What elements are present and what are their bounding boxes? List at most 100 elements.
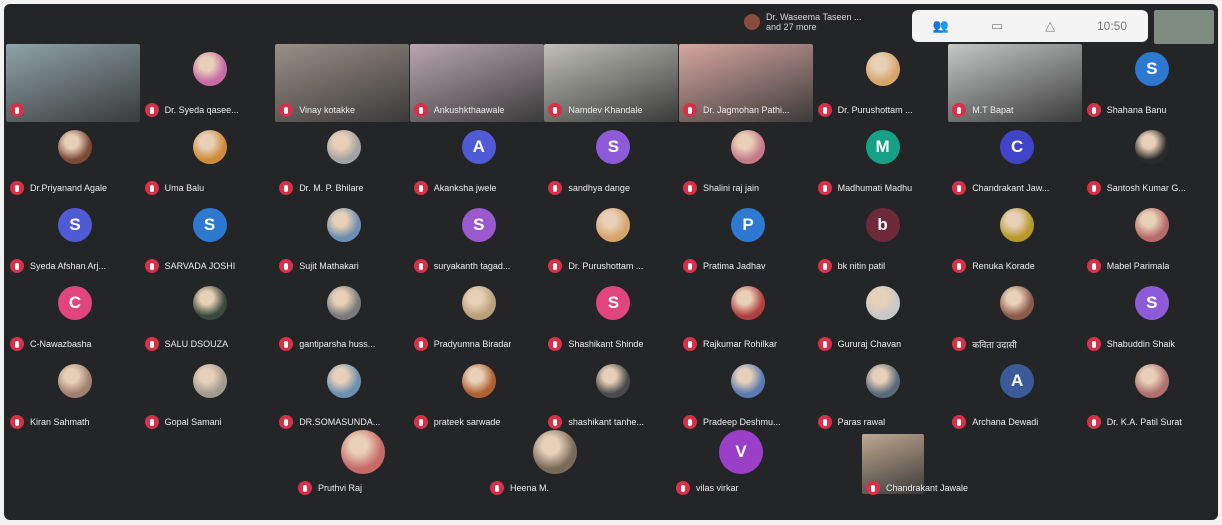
mic-muted-icon bbox=[952, 103, 967, 117]
participant-tile[interactable]: Dr. Syeda qasee... bbox=[141, 44, 279, 126]
participant-name: Shashikant Shinde bbox=[568, 339, 644, 349]
participant-tile[interactable]: Chandrakant Jawale bbox=[862, 434, 1000, 516]
participant-footer: bk nitin patil bbox=[817, 258, 885, 274]
hand-icon[interactable]: △ bbox=[1045, 18, 1055, 34]
participant-tile[interactable]: Dr. M. P. Bhilare bbox=[275, 122, 413, 204]
people-icon[interactable]: 👥 bbox=[933, 18, 949, 34]
participant-footer: Mabel Parimala bbox=[1086, 258, 1169, 274]
mic-muted-icon bbox=[548, 259, 563, 273]
mic-muted-icon bbox=[817, 103, 832, 117]
participant-photo-avatar bbox=[731, 364, 765, 398]
participant-letter-avatar: S bbox=[1134, 286, 1169, 320]
participant-tile[interactable]: Shalini raj jain bbox=[679, 122, 817, 204]
participant-tile[interactable]: Paras rawal bbox=[814, 356, 952, 438]
participant-tile[interactable]: Ankushkthaawale bbox=[409, 44, 548, 126]
participant-name: Kiran Sahmath bbox=[30, 417, 90, 427]
participant-tile[interactable]: P Pratima Jadhav bbox=[679, 200, 817, 282]
self-view-thumbnail[interactable] bbox=[1154, 10, 1214, 44]
participant-tile[interactable]: S Shabuddin Shaik bbox=[1083, 278, 1218, 360]
participant-photo-avatar bbox=[192, 130, 227, 164]
participant-tile[interactable]: S Shahana Banu bbox=[1083, 44, 1218, 126]
participant-tile[interactable]: Sujit Mathakari bbox=[275, 200, 413, 282]
participant-tile[interactable]: Vvilas virkar bbox=[672, 430, 810, 516]
mic-muted-icon bbox=[10, 337, 24, 351]
participant-tile[interactable]: Kiran Sahmath bbox=[6, 356, 144, 438]
participant-tile[interactable]: A Archana Dewadi bbox=[948, 356, 1086, 438]
participant-name: Dr. K.A. Patil Surat bbox=[1106, 417, 1182, 427]
participant-tile[interactable]: Rajkumar Rohilkar bbox=[679, 278, 817, 360]
participant-tile[interactable]: Dr.Priyanand Agale bbox=[6, 122, 144, 204]
participant-tile[interactable]: DR.SOMASUNDA... bbox=[275, 356, 413, 438]
participant-name: Shahana Banu bbox=[1106, 105, 1167, 115]
mic-muted-icon bbox=[683, 259, 697, 273]
participant-tile[interactable]: Ssuryakanth tagad... bbox=[410, 200, 548, 282]
mic-muted-icon bbox=[952, 415, 967, 429]
participant-tile[interactable]: prateek sarwade bbox=[410, 356, 548, 438]
participant-footer: Paras rawal bbox=[817, 414, 885, 430]
participant-tile[interactable]: Namdev Khandale bbox=[544, 44, 682, 126]
participant-footer: Dr. Purushottam ... bbox=[817, 102, 913, 118]
participant-tile[interactable]: Renuka Korade bbox=[948, 200, 1086, 282]
participant-tile[interactable]: gantiparsha huss... bbox=[275, 278, 413, 360]
speaker-more: and 27 more bbox=[766, 22, 817, 32]
participant-name: Heena M. bbox=[510, 483, 550, 493]
participant-photo-avatar bbox=[731, 130, 765, 164]
participant-name: कविता उदासी bbox=[972, 339, 1017, 350]
participant-tile[interactable]: M.T Bapat bbox=[948, 44, 1086, 126]
participant-tile[interactable]: Dr. K.A. Patil Surat bbox=[1083, 356, 1218, 438]
participant-tile[interactable]: कविता उदासी bbox=[948, 278, 1086, 360]
mic-muted-icon bbox=[144, 415, 159, 429]
participant-name: vilas virkar bbox=[696, 483, 739, 493]
mic-muted-icon bbox=[683, 415, 697, 429]
participant-photo-avatar bbox=[1134, 208, 1169, 242]
mic-muted-icon bbox=[144, 259, 159, 273]
participant-footer: Syeda Afshan Arj... bbox=[10, 258, 106, 274]
participant-tile[interactable]: Gopal Samani bbox=[141, 356, 279, 438]
participant-tile[interactable]: Heena M. bbox=[486, 430, 624, 516]
participant-footer: suryakanth tagad... bbox=[413, 258, 510, 274]
mic-muted-icon bbox=[279, 337, 294, 351]
participant-photo-avatar bbox=[865, 52, 900, 86]
participant-tile[interactable]: S Shashikant Shinde bbox=[544, 278, 682, 360]
participant-footer: Gururaj Chavan bbox=[817, 336, 901, 352]
participant-tile[interactable]: Vinay kotakke bbox=[275, 44, 413, 126]
participant-photo-avatar bbox=[58, 364, 92, 398]
participant-tile[interactable]: S SARVADA JOSHI bbox=[141, 200, 279, 282]
participant-tile[interactable] bbox=[6, 44, 144, 126]
participant-tile[interactable]: Mabel Parimala bbox=[1083, 200, 1218, 282]
participant-tile[interactable]: Dr. Purushottam ... bbox=[814, 44, 952, 126]
participant-name: SALU DSOUZA bbox=[164, 339, 229, 349]
mic-muted-icon bbox=[1086, 415, 1101, 429]
participant-tile[interactable]: S Syeda Afshan Arj... bbox=[6, 200, 144, 282]
participant-tile[interactable]: Santosh Kumar G... bbox=[1083, 122, 1218, 204]
participant-tile[interactable]: Ssandhya dange bbox=[544, 122, 682, 204]
participant-tile[interactable]: Gururaj Chavan bbox=[814, 278, 952, 360]
participant-photo-avatar bbox=[461, 364, 496, 398]
participant-tile[interactable]: Dr. Jagmohan Pathi... bbox=[679, 44, 817, 126]
participant-tile[interactable]: A Akanksha jwele bbox=[410, 122, 548, 204]
participant-name: gantiparsha huss... bbox=[299, 339, 376, 349]
mic-muted-icon bbox=[683, 103, 697, 117]
participant-tile[interactable]: shashikant tanhe... bbox=[544, 356, 682, 438]
participant-tile[interactable]: Pruthvi Raj bbox=[294, 430, 432, 516]
speaker-avatar bbox=[744, 14, 760, 30]
participant-tile[interactable]: Dr. Purushottam ... bbox=[544, 200, 682, 282]
mic-muted-icon bbox=[144, 103, 159, 117]
participant-letter-avatar: S bbox=[58, 208, 92, 242]
participant-footer: Shahana Banu bbox=[1086, 102, 1167, 118]
participant-name: M.T Bapat bbox=[972, 105, 1014, 115]
participant-tile[interactable]: Uma Balu bbox=[141, 122, 279, 204]
participant-tile[interactable]: SALU DSOUZA bbox=[141, 278, 279, 360]
participant-footer: Dr. Jagmohan Pathi... bbox=[683, 102, 790, 118]
participant-tile[interactable]: M Madhumati Madhu bbox=[814, 122, 952, 204]
chat-icon[interactable]: ▭ bbox=[991, 18, 1003, 34]
mic-muted-icon bbox=[413, 259, 428, 273]
participant-footer: Archana Dewadi bbox=[952, 414, 1038, 430]
participant-tile[interactable]: Pradeep Deshmu... bbox=[679, 356, 817, 438]
participant-tile[interactable]: Pradyumna Biradar bbox=[410, 278, 548, 360]
participant-footer: Shabuddin Shaik bbox=[1086, 336, 1175, 352]
participant-tile[interactable]: C C-Nawazbasha bbox=[6, 278, 144, 360]
participant-tile[interactable]: C Chandrakant Jaw... bbox=[948, 122, 1086, 204]
participant-tile[interactable]: b bk nitin patil bbox=[814, 200, 952, 282]
participant-name: Syeda Afshan Arj... bbox=[30, 261, 107, 271]
